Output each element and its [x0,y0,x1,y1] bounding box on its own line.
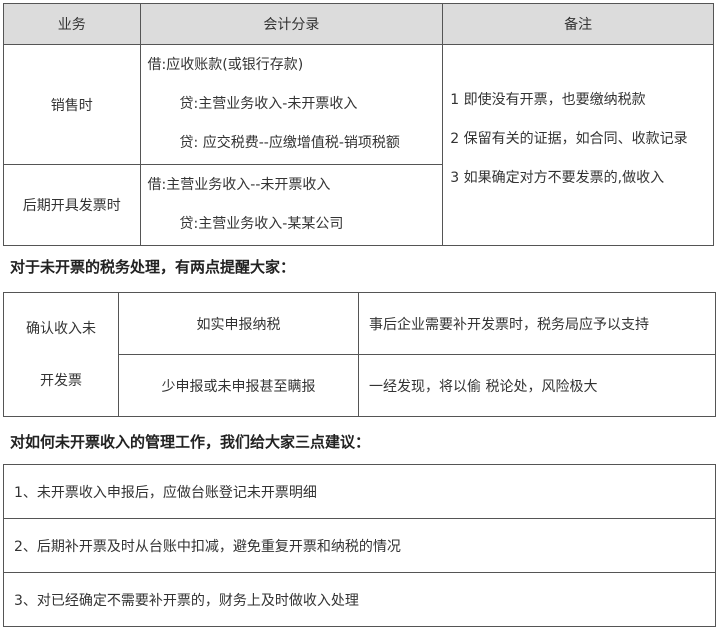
entry-line: 贷:主营业务收入-未开票收入 [179,96,358,112]
table-header-row: 业务 会计分录 备注 [3,3,714,45]
entry-line: 借:主营业务收入--未开票收入 [147,177,331,193]
entries-cell: 借:应收账款(或银行存款) 贷:主营业务收入-未开票收入 贷: 应交税费--应缴… [139,44,444,165]
action-cell: 如实申报纳税 [118,292,359,355]
entry-line: 贷: 应交税费--应缴增值税-销项税额 [179,135,400,151]
header-notes: 备注 [442,3,714,45]
business-cell: 后期开具发票时 [3,164,141,246]
note-item: 3 如果确定对方不要发票的,做收入 [450,169,665,186]
entry-line: 贷:主营业务收入-某某公司 [179,216,344,232]
header-entries: 会计分录 [139,3,444,45]
notes-cell: 1 即使没有开票，也要缴纳税款 2 保留有关的证据，如合同、收款记录 3 如果确… [442,44,714,246]
accounting-table: 业务 会计分录 备注 销售时 借:应收账款(或银行存款) 贷:主营业务收入-未开… [3,3,714,246]
header-business: 业务 [3,3,141,45]
notes-list: 1 即使没有开票，也要缴纳税款 2 保留有关的证据，如合同、收款记录 3 如果确… [444,81,712,198]
table-row: 2、后期补开票及时从台账中扣减，避免重复开票和纳税的情况 [3,518,716,573]
suggestion-item: 3、对已经确定不需要补开票的，财务上及时做收入处理 [3,572,716,627]
suggestion-item: 2、后期补开票及时从台账中扣减，避免重复开票和纳税的情况 [3,518,716,573]
table-row: 确认收入未 开发票 如实申报纳税 事后企业需要补开发票时，税务局应予以支持 [3,292,716,417]
note-item: 1 即使没有开票，也要缴纳税款 [450,91,646,108]
table-row: 1、未开票收入申报后，应做台账登记未开票明细 [3,464,716,519]
table-row: 3、对已经确定不需要补开票的，财务上及时做收入处理 [3,572,716,627]
suggestions-table: 1、未开票收入申报后，应做台账登记未开票明细 2、后期补开票及时从台账中扣减，避… [3,464,716,627]
entry-line: 借:应收账款(或银行存款) [147,57,304,73]
section-heading: 对于未开票的税务处理，有两点提醒大家： [10,258,296,276]
entries-cell: 借:主营业务收入--未开票收入 贷:主营业务收入-某某公司 [139,164,444,246]
action-cell: 少申报或未申报甚至瞒报 [118,354,359,417]
category-line: 开发票 [40,372,82,389]
suggestion-item: 1、未开票收入申报后，应做台账登记未开票明细 [3,464,716,519]
section-heading: 对如何未开票收入的管理工作，我们给大家三点建议： [10,433,371,451]
tax-treatment-table: 确认收入未 开发票 如实申报纳税 事后企业需要补开发票时，税务局应予以支持 少申… [3,292,716,417]
result-cell: 事后企业需要补开发票时，税务局应予以支持 [358,292,716,355]
result-cell: 一经发现，将以偷 税论处，风险极大 [358,354,716,417]
table-row: 销售时 借:应收账款(或银行存款) 贷:主营业务收入-未开票收入 贷: 应交税费… [3,44,714,246]
category-line: 确认收入未 [26,320,96,337]
category-cell: 确认收入未 开发票 [3,292,119,417]
note-item: 2 保留有关的证据，如合同、收款记录 [450,130,688,147]
business-cell: 销售时 [3,44,141,165]
